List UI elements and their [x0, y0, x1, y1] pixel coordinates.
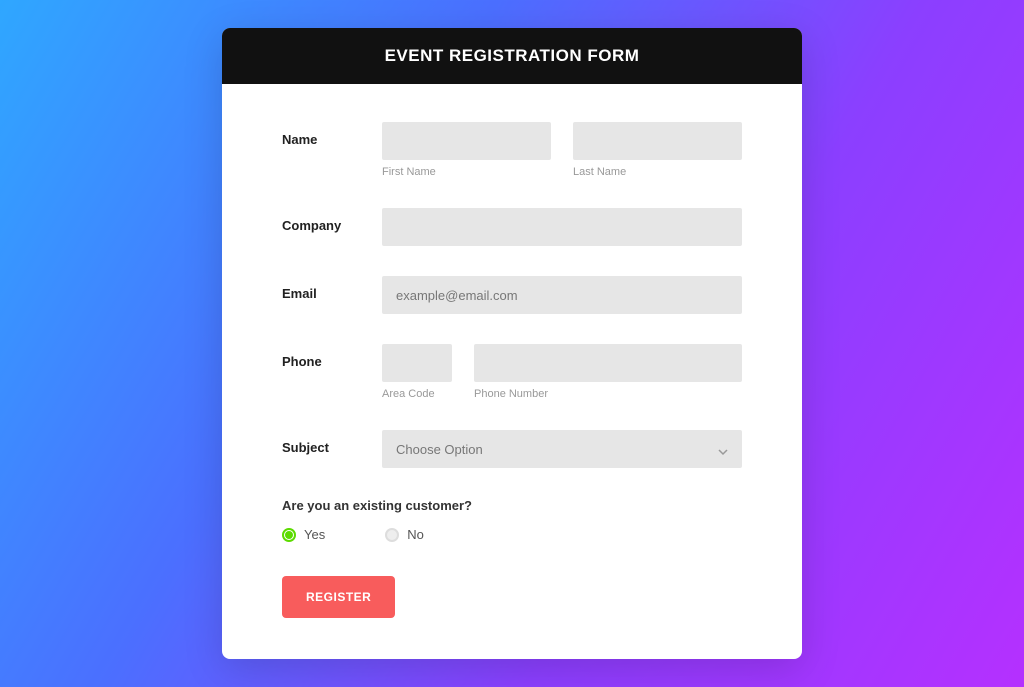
email-label: Email — [282, 276, 382, 314]
company-input[interactable] — [382, 208, 742, 246]
email-input[interactable] — [382, 276, 742, 314]
subject-label: Subject — [282, 430, 382, 468]
existing-customer-question: Are you an existing customer? — [282, 498, 742, 513]
first-name-wrap: First Name — [382, 122, 551, 178]
last-name-sublabel: Last Name — [573, 166, 742, 178]
area-code-wrap: Area Code — [382, 344, 452, 400]
subject-inputs: Choose Option — [382, 430, 742, 468]
first-name-input[interactable] — [382, 122, 551, 160]
phone-number-sublabel: Phone Number — [474, 388, 742, 400]
first-name-sublabel: First Name — [382, 166, 551, 178]
register-button[interactable]: REGISTER — [282, 576, 395, 618]
subject-select[interactable]: Choose Option — [382, 430, 742, 468]
name-inputs: First Name Last Name — [382, 122, 742, 178]
area-code-input[interactable] — [382, 344, 452, 382]
registration-form-card: EVENT REGISTRATION FORM Name First Name … — [222, 28, 802, 659]
email-row: Email — [282, 276, 742, 314]
subject-select-wrap: Choose Option — [382, 430, 742, 468]
radio-option-yes[interactable]: Yes — [282, 527, 325, 542]
form-header: EVENT REGISTRATION FORM — [222, 28, 802, 84]
phone-inputs: Area Code Phone Number — [382, 344, 742, 400]
last-name-input[interactable] — [573, 122, 742, 160]
name-label: Name — [282, 122, 382, 178]
last-name-wrap: Last Name — [573, 122, 742, 178]
phone-row: Phone Area Code Phone Number — [282, 344, 742, 400]
email-inputs — [382, 276, 742, 314]
phone-number-wrap: Phone Number — [474, 344, 742, 400]
radio-icon — [282, 528, 296, 542]
company-wrap — [382, 208, 742, 246]
existing-customer-options: Yes No — [282, 527, 742, 542]
radio-label-no: No — [407, 527, 424, 542]
radio-option-no[interactable]: No — [385, 527, 424, 542]
radio-label-yes: Yes — [304, 527, 325, 542]
phone-label: Phone — [282, 344, 382, 400]
company-label: Company — [282, 208, 382, 246]
phone-number-input[interactable] — [474, 344, 742, 382]
area-code-sublabel: Area Code — [382, 388, 452, 400]
company-inputs — [382, 208, 742, 246]
email-wrap — [382, 276, 742, 314]
subject-row: Subject Choose Option — [282, 430, 742, 468]
name-row: Name First Name Last Name — [282, 122, 742, 178]
company-row: Company — [282, 208, 742, 246]
radio-icon — [385, 528, 399, 542]
form-body: Name First Name Last Name Company — [222, 84, 802, 656]
